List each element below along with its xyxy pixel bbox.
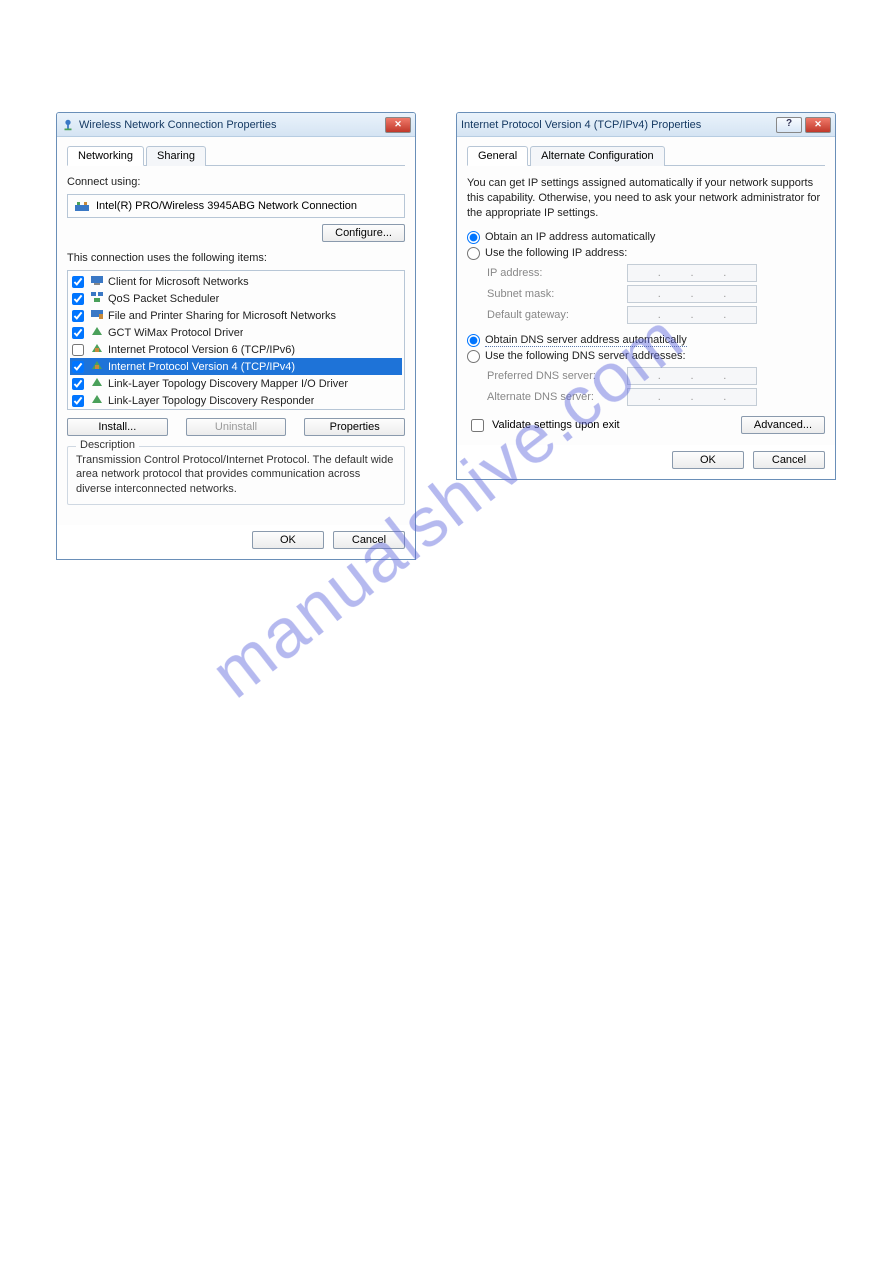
item-label: Internet Protocol Version 6 (TCP/IPv6) bbox=[108, 344, 295, 356]
item-checkbox[interactable] bbox=[72, 293, 84, 305]
titlebar[interactable]: Wireless Network Connection Properties bbox=[57, 113, 415, 137]
adapter-box: Intel(R) PRO/Wireless 3945ABG Network Co… bbox=[67, 194, 405, 218]
item-label: Client for Microsoft Networks bbox=[108, 276, 249, 288]
item-label: GCT WiMax Protocol Driver bbox=[108, 327, 243, 339]
tab-sharing[interactable]: Sharing bbox=[146, 146, 206, 166]
description-text: Transmission Control Protocol/Internet P… bbox=[76, 453, 396, 496]
validate-label: Validate settings upon exit bbox=[492, 419, 620, 431]
item-label: QoS Packet Scheduler bbox=[108, 293, 219, 305]
close-button[interactable] bbox=[805, 117, 831, 133]
ip-address-field: ... bbox=[627, 264, 757, 282]
uninstall-button[interactable]: Uninstall bbox=[186, 418, 287, 436]
ipv4-properties-dialog: Internet Protocol Version 4 (TCP/IPv4) P… bbox=[456, 112, 836, 480]
tabstrip: General Alternate Configuration bbox=[467, 145, 825, 166]
adapter-name: Intel(R) PRO/Wireless 3945ABG Network Co… bbox=[96, 200, 357, 212]
item-label: Link-Layer Topology Discovery Responder bbox=[108, 395, 314, 407]
description-group: Description Transmission Control Protoco… bbox=[67, 446, 405, 505]
item-label: Link-Layer Topology Discovery Mapper I/O… bbox=[108, 378, 348, 390]
list-item[interactable]: Client for Microsoft Networks bbox=[70, 273, 402, 290]
item-checkbox[interactable] bbox=[72, 395, 84, 407]
protocol-icon bbox=[90, 359, 104, 374]
item-checkbox[interactable] bbox=[72, 310, 84, 322]
cancel-button[interactable]: Cancel bbox=[333, 531, 405, 549]
preferred-dns-label: Preferred DNS server: bbox=[487, 370, 617, 382]
network-icon bbox=[61, 118, 75, 132]
subnet-mask-label: Subnet mask: bbox=[487, 288, 617, 300]
items-label: This connection uses the following items… bbox=[67, 252, 405, 264]
preferred-dns-field: ... bbox=[627, 367, 757, 385]
adapter-icon bbox=[74, 199, 90, 213]
configure-button[interactable]: Configure... bbox=[322, 224, 405, 242]
validate-checkbox[interactable] bbox=[471, 419, 484, 432]
dns-manual-radio[interactable] bbox=[467, 350, 480, 363]
dns-auto-label: Obtain DNS server address automatically bbox=[485, 334, 687, 347]
list-item[interactable]: QoS Packet Scheduler bbox=[70, 290, 402, 307]
default-gateway-label: Default gateway: bbox=[487, 309, 617, 321]
ip-manual-radio[interactable] bbox=[467, 247, 480, 260]
description-title: Description bbox=[76, 439, 139, 451]
help-button[interactable] bbox=[776, 117, 802, 133]
list-item[interactable]: GCT WiMax Protocol Driver bbox=[70, 324, 402, 341]
driver-icon bbox=[90, 393, 104, 408]
list-item[interactable]: File and Printer Sharing for Microsoft N… bbox=[70, 307, 402, 324]
tab-networking[interactable]: Networking bbox=[67, 146, 144, 166]
dns-manual-label: Use the following DNS server addresses: bbox=[485, 350, 686, 362]
close-button[interactable] bbox=[385, 117, 411, 133]
list-item[interactable]: Link-Layer Topology Discovery Mapper I/O… bbox=[70, 375, 402, 392]
item-checkbox[interactable] bbox=[72, 327, 84, 339]
driver-icon bbox=[90, 376, 104, 391]
subnet-mask-field: ... bbox=[627, 285, 757, 303]
item-checkbox[interactable] bbox=[72, 378, 84, 390]
tabstrip: Networking Sharing bbox=[67, 145, 405, 166]
driver-icon bbox=[90, 325, 104, 340]
install-button[interactable]: Install... bbox=[67, 418, 168, 436]
alternate-dns-label: Alternate DNS server: bbox=[487, 391, 617, 403]
client-icon bbox=[90, 274, 104, 289]
properties-button[interactable]: Properties bbox=[304, 418, 405, 436]
item-checkbox[interactable] bbox=[72, 276, 84, 288]
cancel-button[interactable]: Cancel bbox=[753, 451, 825, 469]
tab-alternate-config[interactable]: Alternate Configuration bbox=[530, 146, 665, 166]
dialog-title: Internet Protocol Version 4 (TCP/IPv4) P… bbox=[461, 119, 776, 131]
dns-auto-radio[interactable] bbox=[467, 334, 480, 347]
tab-general[interactable]: General bbox=[467, 146, 528, 166]
advanced-button[interactable]: Advanced... bbox=[741, 416, 825, 434]
ok-button[interactable]: OK bbox=[672, 451, 744, 469]
ip-auto-label: Obtain an IP address automatically bbox=[485, 231, 655, 243]
dialog-title: Wireless Network Connection Properties bbox=[79, 119, 385, 131]
titlebar[interactable]: Internet Protocol Version 4 (TCP/IPv4) P… bbox=[457, 113, 835, 137]
item-checkbox[interactable] bbox=[72, 361, 84, 373]
ip-manual-label: Use the following IP address: bbox=[485, 247, 627, 259]
ip-auto-radio[interactable] bbox=[467, 231, 480, 244]
protocol-icon bbox=[90, 342, 104, 357]
ok-button[interactable]: OK bbox=[252, 531, 324, 549]
info-text: You can get IP settings assigned automat… bbox=[467, 176, 825, 221]
item-label: Internet Protocol Version 4 (TCP/IPv4) bbox=[108, 361, 295, 373]
list-item[interactable]: Internet Protocol Version 6 (TCP/IPv6) bbox=[70, 341, 402, 358]
ip-address-label: IP address: bbox=[487, 267, 617, 279]
wireless-conn-properties-dialog: Wireless Network Connection Properties N… bbox=[56, 112, 416, 560]
qos-icon bbox=[90, 291, 104, 306]
connect-using-label: Connect using: bbox=[67, 176, 405, 188]
alternate-dns-field: ... bbox=[627, 388, 757, 406]
share-icon bbox=[90, 308, 104, 323]
items-listbox[interactable]: Client for Microsoft Networks QoS Packet … bbox=[67, 270, 405, 410]
list-item[interactable]: Internet Protocol Version 4 (TCP/IPv4) bbox=[70, 358, 402, 375]
item-label: File and Printer Sharing for Microsoft N… bbox=[108, 310, 336, 322]
default-gateway-field: ... bbox=[627, 306, 757, 324]
list-item[interactable]: Link-Layer Topology Discovery Responder bbox=[70, 392, 402, 409]
item-checkbox[interactable] bbox=[72, 344, 84, 356]
